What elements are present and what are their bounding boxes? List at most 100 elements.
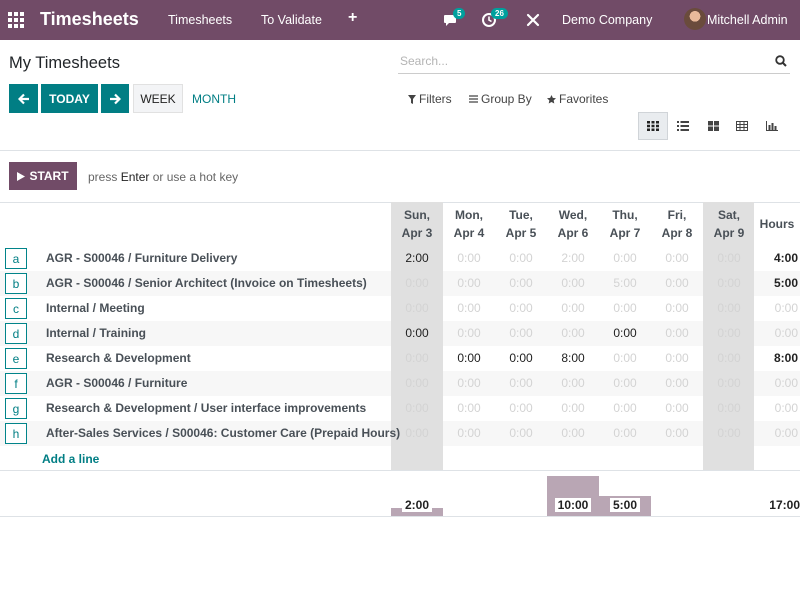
time-cell[interactable]: 0:00 (703, 301, 755, 315)
time-cell[interactable]: 0:00 (703, 426, 755, 440)
new-plus-icon[interactable]: + (348, 9, 357, 27)
time-cell[interactable]: 0:00 (391, 376, 443, 390)
time-cell[interactable]: 0:00 (599, 401, 651, 415)
time-cell[interactable]: 0:00 (703, 401, 755, 415)
time-cell[interactable]: 2:00 (547, 251, 599, 265)
row-hotkey[interactable]: b (5, 273, 27, 294)
time-cell[interactable]: 0:00 (651, 301, 703, 315)
time-cell[interactable]: 0:00 (443, 326, 495, 340)
time-cell[interactable]: 0:00 (495, 351, 547, 365)
month-range-button[interactable]: MONTH (192, 92, 236, 106)
time-cell[interactable]: 0:00 (599, 301, 651, 315)
row-hotkey[interactable]: f (5, 373, 27, 394)
list-view-button[interactable] (668, 112, 698, 140)
grid-view-button[interactable] (638, 112, 668, 140)
time-cell[interactable]: 0:00 (547, 376, 599, 390)
time-cell[interactable]: 0:00 (443, 401, 495, 415)
time-cell[interactable]: 0:00 (651, 401, 703, 415)
user-avatar[interactable] (684, 8, 706, 30)
time-cell[interactable]: 0:00 (599, 326, 651, 340)
time-cell[interactable]: 0:00 (547, 401, 599, 415)
time-cell[interactable]: 0:00 (703, 326, 755, 340)
time-cell[interactable]: 0:00 (495, 401, 547, 415)
time-cell[interactable]: 0:00 (651, 426, 703, 440)
time-cell[interactable]: 0:00 (391, 401, 443, 415)
next-period-button[interactable] (101, 84, 129, 113)
time-cell[interactable]: 0:00 (495, 376, 547, 390)
grand-total: 17:00 (769, 498, 800, 512)
time-cell[interactable]: 0:00 (495, 301, 547, 315)
add-line-link[interactable]: Add a line (42, 452, 99, 466)
time-cell[interactable]: 0:00 (443, 301, 495, 315)
row-hotkey[interactable]: d (5, 323, 27, 344)
time-cell[interactable]: 0:00 (391, 301, 443, 315)
day-name: Sun, (404, 208, 430, 222)
time-cell[interactable]: 0:00 (495, 326, 547, 340)
row-hotkey[interactable]: e (5, 348, 27, 369)
time-cell[interactable]: 5:00 (599, 276, 651, 290)
time-cell[interactable]: 0:00 (651, 376, 703, 390)
start-timer-button[interactable]: START (9, 162, 77, 190)
user-menu[interactable]: Mitchell Admin (707, 13, 788, 27)
time-cell[interactable]: 0:00 (599, 376, 651, 390)
app-title[interactable]: Timesheets (40, 9, 139, 30)
messages-count-badge: 5 (453, 8, 466, 19)
time-cell[interactable]: 0:00 (391, 326, 443, 340)
day-header: Tue, Apr 5 (495, 202, 547, 246)
time-cell[interactable]: 0:00 (547, 276, 599, 290)
time-cell[interactable]: 0:00 (495, 426, 547, 440)
group-by-dropdown[interactable]: Group By (469, 92, 532, 106)
menu-timesheets[interactable]: Timesheets (168, 13, 232, 27)
time-cell[interactable]: 0:00 (443, 276, 495, 290)
time-cell[interactable]: 0:00 (443, 351, 495, 365)
time-cell[interactable]: 0:00 (703, 251, 755, 265)
time-cell[interactable]: 2:00 (391, 251, 443, 265)
company-switcher[interactable]: Demo Company (562, 13, 652, 27)
time-cell[interactable]: 0:00 (599, 251, 651, 265)
messages-icon[interactable]: 5 (443, 8, 466, 30)
search-input[interactable] (398, 50, 758, 72)
time-cell[interactable]: 0:00 (651, 326, 703, 340)
time-cell[interactable]: 0:00 (443, 251, 495, 265)
apps-menu-icon[interactable] (8, 12, 24, 28)
activities-clock-icon[interactable]: 26 (481, 8, 508, 30)
time-cell[interactable]: 0:00 (651, 251, 703, 265)
time-cell[interactable]: 0:00 (703, 351, 755, 365)
day-date: Apr 9 (713, 226, 745, 240)
time-cell[interactable]: 0:00 (651, 351, 703, 365)
filters-dropdown[interactable]: Filters (408, 92, 452, 106)
time-cell[interactable]: 0:00 (547, 301, 599, 315)
time-cell[interactable]: 0:00 (703, 276, 755, 290)
day-date: Apr 5 (505, 226, 537, 240)
time-cell[interactable]: 0:00 (495, 276, 547, 290)
time-cell[interactable]: 0:00 (599, 351, 651, 365)
favorites-dropdown[interactable]: Favorites (547, 92, 608, 106)
week-range-button[interactable]: WEEK (133, 84, 183, 113)
time-cell[interactable]: 0:00 (443, 426, 495, 440)
time-cell[interactable]: 0:00 (651, 276, 703, 290)
time-cell[interactable]: 0:00 (547, 426, 599, 440)
graph-view-button[interactable] (757, 112, 787, 140)
pivot-view-button[interactable] (727, 112, 757, 140)
debug-tools-icon[interactable] (526, 13, 546, 31)
today-button[interactable]: TODAY (41, 84, 98, 113)
time-cell[interactable]: 0:00 (495, 251, 547, 265)
time-cell[interactable]: 0:00 (391, 276, 443, 290)
time-cell[interactable]: 0:00 (599, 426, 651, 440)
menu-to-validate[interactable]: To Validate (261, 13, 322, 27)
row-hotkey[interactable]: c (5, 298, 27, 319)
time-cell[interactable]: 0:00 (443, 376, 495, 390)
row-hotkey[interactable]: g (5, 398, 27, 419)
row-hotkey[interactable]: a (5, 248, 27, 269)
row-label: After-Sales Services / S00046: Customer … (46, 426, 401, 440)
search-icon[interactable] (775, 55, 787, 70)
time-cell[interactable]: 0:00 (391, 351, 443, 365)
time-cell[interactable]: 0:00 (547, 326, 599, 340)
time-cell[interactable]: 0:00 (391, 426, 443, 440)
row-total: 8:00 (773, 351, 798, 365)
kanban-view-button[interactable] (698, 112, 728, 140)
time-cell[interactable]: 8:00 (547, 351, 599, 365)
time-cell[interactable]: 0:00 (703, 376, 755, 390)
row-hotkey[interactable]: h (5, 423, 27, 444)
previous-period-button[interactable] (9, 84, 38, 113)
